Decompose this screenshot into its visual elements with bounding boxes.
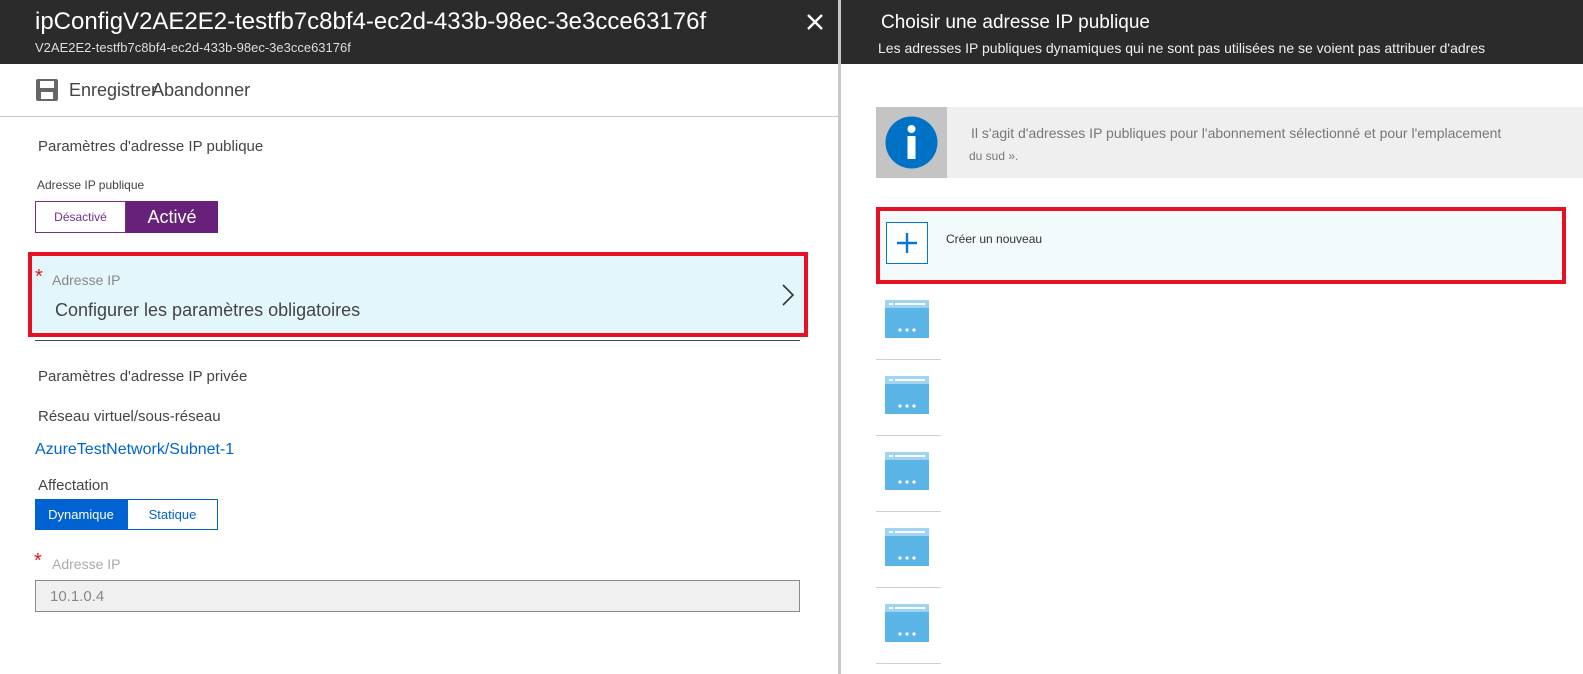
- public-ip-enabled-option[interactable]: Activé: [126, 201, 218, 233]
- public-ip-disabled-option[interactable]: Désactivé: [35, 201, 126, 233]
- public-ip-icon: [885, 528, 929, 566]
- vnet-subnet-link[interactable]: AzureTestNetwork/Subnet-1: [35, 441, 234, 459]
- private-ip-field[interactable]: [35, 580, 800, 612]
- discard-button[interactable]: Abandonner: [152, 80, 250, 101]
- private-ip-label: Adresse IP: [52, 556, 121, 572]
- public-ip-list-item[interactable]: [876, 512, 941, 588]
- public-ip-list-item[interactable]: [876, 436, 941, 512]
- left-blade: ipConfigV2AE2E2-testfb7c8bf4-ec2d-433b-9…: [0, 0, 838, 674]
- right-blade: Choisir une adresse IP publique Les adre…: [841, 0, 1583, 674]
- info-banner: Il s'agit d'adresses IP publiques pour l…: [876, 107, 1583, 178]
- info-icon-container: [876, 107, 947, 178]
- right-blade-title: Choisir une adresse IP publique: [881, 12, 1150, 33]
- public-ip-list-item[interactable]: [876, 284, 941, 360]
- assignment-static-option[interactable]: Statique: [127, 499, 218, 530]
- public-ip-toggle-label: Adresse IP publique: [37, 178, 145, 192]
- info-text-line2: du sud ».: [969, 149, 1019, 163]
- info-text-line1: Il s'agit d'adresses IP publiques pour l…: [971, 125, 1502, 141]
- public-ip-icon: [885, 604, 929, 642]
- create-new-label[interactable]: Créer un nouveau: [946, 232, 1042, 246]
- vnet-label: Réseau virtuel/sous-réseau: [38, 408, 221, 425]
- ip-selector-underline: [35, 340, 800, 341]
- public-ip-icon: [885, 452, 929, 490]
- public-ip-section-heading: Paramètres d'adresse IP publique: [38, 138, 264, 155]
- assignment-dynamic-option[interactable]: Dynamique: [35, 499, 127, 530]
- public-ip-list-item[interactable]: [876, 360, 941, 436]
- right-blade-header: Choisir une adresse IP publique Les adre…: [841, 0, 1583, 64]
- chevron-right-icon: [782, 284, 795, 306]
- public-ip-icon: [885, 300, 929, 338]
- left-blade-subtitle: V2AE2E2-testfb7c8bf4-ec2d-433b-98ec-3e3c…: [35, 40, 351, 55]
- ip-address-selector-value: Configurer les paramètres obligatoires: [55, 300, 361, 320]
- save-button[interactable]: Enregistrer: [69, 80, 157, 101]
- public-ip-list-item[interactable]: [876, 588, 941, 664]
- required-marker: *: [34, 550, 42, 572]
- save-icon[interactable]: [35, 78, 59, 102]
- public-ip-icon: [885, 376, 929, 414]
- left-blade-title: ipConfigV2AE2E2-testfb7c8bf4-ec2d-433b-9…: [35, 8, 707, 35]
- list-separator: [876, 663, 941, 664]
- assignment-label: Affectation: [38, 477, 109, 494]
- ip-address-selector[interactable]: * Adresse IP Configurer les paramètres o…: [28, 252, 808, 337]
- right-blade-subtitle: Les adresses IP publiques dynamiques qui…: [878, 40, 1486, 56]
- private-ip-section-heading: Paramètres d'adresse IP privée: [38, 368, 248, 385]
- ip-address-selector-label: Adresse IP: [52, 272, 121, 288]
- close-icon[interactable]: [800, 8, 830, 38]
- plus-icon[interactable]: [886, 222, 928, 264]
- info-icon: [885, 116, 938, 169]
- required-marker: *: [35, 266, 43, 288]
- left-blade-header: ipConfigV2AE2E2-testfb7c8bf4-ec2d-433b-9…: [0, 0, 838, 64]
